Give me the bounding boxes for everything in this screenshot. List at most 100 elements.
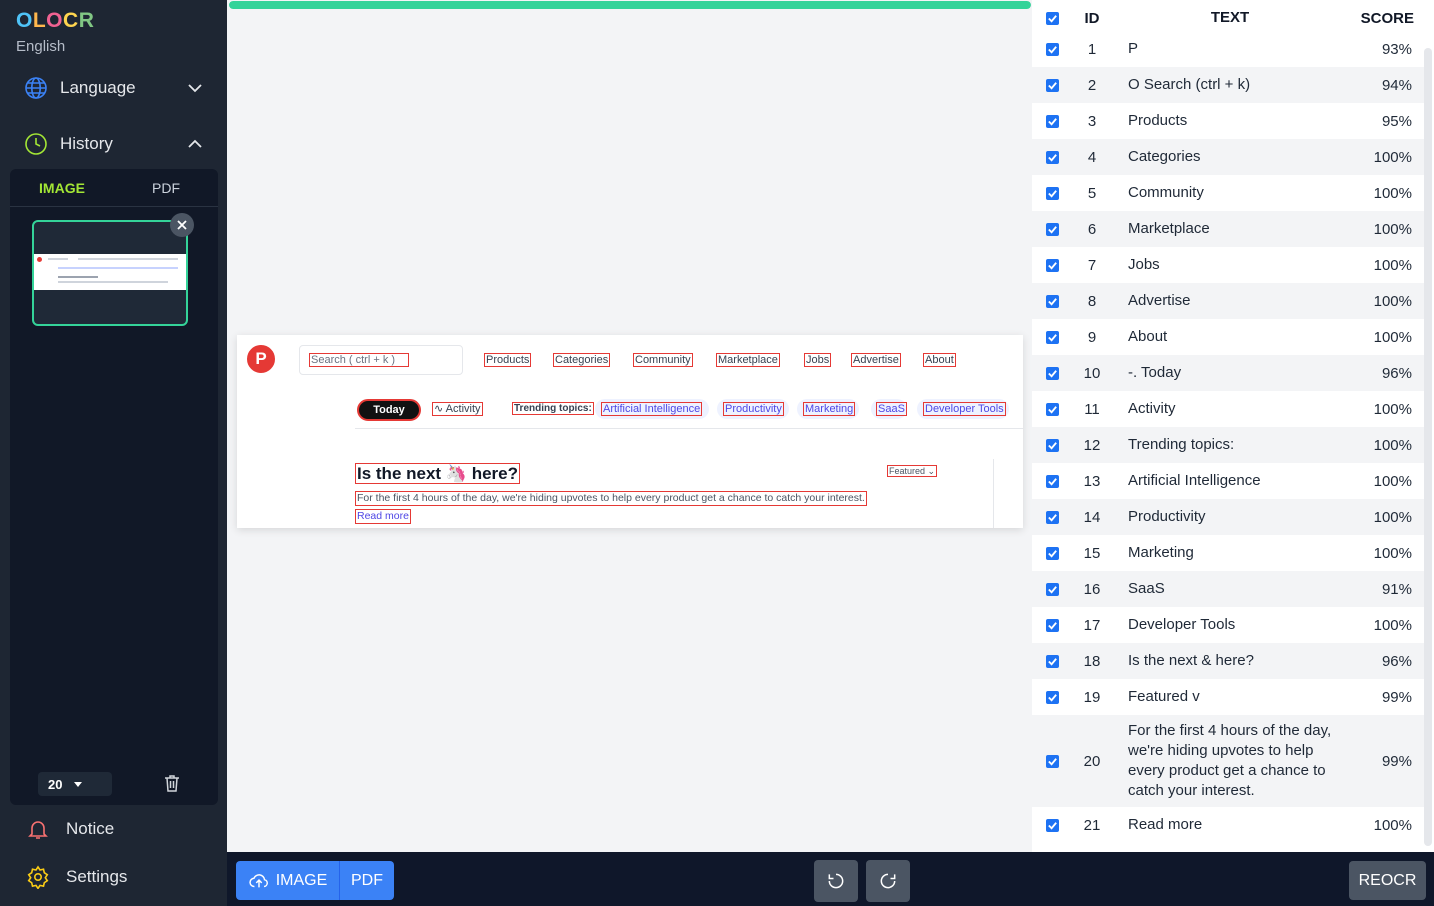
table-row[interactable]: 15 Marketing 100% <box>1032 535 1424 571</box>
table-row[interactable]: 10 -. Today 96% <box>1032 355 1424 391</box>
row-text[interactable]: Jobs <box>1112 249 1348 281</box>
row-checkbox[interactable] <box>1032 78 1072 92</box>
table-row[interactable]: 9 About 100% <box>1032 319 1424 355</box>
row-text[interactable]: For the first 4 hours of the day, we're … <box>1112 715 1348 807</box>
row-text[interactable]: O Search (ctrl + k) <box>1112 69 1348 101</box>
table-row[interactable]: 5 Community 100% <box>1032 175 1424 211</box>
page-size-select[interactable]: 20 <box>38 772 112 796</box>
row-text[interactable]: Read more <box>1112 809 1348 841</box>
row-id: 13 <box>1083 472 1101 490</box>
row-score: 100% <box>1373 220 1412 238</box>
brand-subtitle: English <box>16 38 66 55</box>
table-row[interactable]: 20 For the first 4 hours of the day, we'r… <box>1032 715 1424 807</box>
table-row[interactable]: 7 Jobs 100% <box>1032 247 1424 283</box>
row-text[interactable]: Categories <box>1112 141 1348 173</box>
row-checkbox[interactable] <box>1032 818 1072 832</box>
row-text[interactable]: Developer Tools <box>1112 609 1348 641</box>
row-checkbox[interactable] <box>1032 222 1072 236</box>
row-checkbox[interactable] <box>1032 438 1072 452</box>
gear-icon <box>26 865 50 889</box>
nav-language-label: Language <box>60 78 136 97</box>
rotate-left-button[interactable] <box>814 860 858 902</box>
ocr-image-preview[interactable]: P Search ( ctrl + k ) Products Categorie… <box>237 335 1023 528</box>
table-row[interactable]: 12 Trending topics: 100% <box>1032 427 1424 463</box>
nav-notice[interactable]: Notice <box>0 809 227 849</box>
checkbox-checked-icon <box>1045 222 1059 236</box>
table-row[interactable]: 17 Developer Tools 100% <box>1032 607 1424 643</box>
rotate-right-icon <box>880 873 896 889</box>
table-row[interactable]: 19 Featured v 99% <box>1032 679 1424 715</box>
upload-pdf-button[interactable]: PDF <box>339 861 394 900</box>
table-row[interactable]: 6 Marketplace 100% <box>1032 211 1424 247</box>
nav-history[interactable]: History <box>0 124 227 164</box>
row-id: 21 <box>1083 816 1101 834</box>
row-text[interactable]: Productivity <box>1112 501 1348 533</box>
table-scrollbar[interactable] <box>1424 48 1432 846</box>
progress-bar <box>229 1 1031 9</box>
checkbox-checked-icon <box>1045 690 1059 704</box>
close-icon[interactable] <box>170 213 194 237</box>
select-all-checkbox[interactable] <box>1032 11 1072 25</box>
reocr-button[interactable]: REOCR <box>1349 861 1426 900</box>
row-checkbox[interactable] <box>1032 366 1072 380</box>
row-checkbox[interactable] <box>1032 654 1072 668</box>
nav-language[interactable]: Language <box>0 68 227 108</box>
row-checkbox[interactable] <box>1032 258 1072 272</box>
rotate-right-button[interactable] <box>866 860 910 902</box>
row-checkbox[interactable] <box>1032 186 1072 200</box>
table-row[interactable]: 4 Categories 100% <box>1032 139 1424 175</box>
row-checkbox[interactable] <box>1032 402 1072 416</box>
row-text[interactable]: -. Today <box>1112 357 1348 389</box>
row-text[interactable]: Artificial Intelligence <box>1112 465 1348 497</box>
checkbox-checked-icon <box>1045 510 1059 524</box>
row-text[interactable]: Community <box>1112 177 1348 209</box>
trash-icon[interactable] <box>162 773 182 793</box>
row-text[interactable]: Is the next & here? <box>1112 645 1348 677</box>
column-header-id[interactable]: ID <box>1072 10 1112 27</box>
table-row[interactable]: 2 O Search (ctrl + k) 94% <box>1032 67 1424 103</box>
row-id: 6 <box>1087 220 1097 238</box>
row-text[interactable]: About <box>1112 321 1348 353</box>
row-text[interactable]: Featured v <box>1112 681 1348 713</box>
table-row[interactable]: 1 P 93% <box>1032 31 1424 67</box>
row-text[interactable]: Activity <box>1112 393 1348 425</box>
upload-image-button[interactable]: IMAGE <box>236 861 339 900</box>
column-header-score[interactable]: SCORE <box>1348 10 1424 27</box>
nav-settings[interactable]: Settings <box>0 857 227 897</box>
checkbox-checked-icon <box>1045 438 1059 452</box>
row-checkbox[interactable] <box>1032 114 1072 128</box>
row-checkbox[interactable] <box>1032 690 1072 704</box>
table-row[interactable]: 13 Artificial Intelligence 100% <box>1032 463 1424 499</box>
globe-icon <box>24 76 48 100</box>
row-text[interactable]: Marketing <box>1112 537 1348 569</box>
row-checkbox[interactable] <box>1032 546 1072 560</box>
history-thumbnail[interactable] <box>32 220 188 326</box>
table-row[interactable]: 8 Advertise 100% <box>1032 283 1424 319</box>
row-text[interactable]: Trending topics: <box>1112 429 1348 461</box>
table-row[interactable]: 14 Productivity 100% <box>1032 499 1424 535</box>
row-text[interactable]: SaaS <box>1112 573 1348 605</box>
row-checkbox[interactable] <box>1032 618 1072 632</box>
row-checkbox[interactable] <box>1032 474 1072 488</box>
row-checkbox[interactable] <box>1032 294 1072 308</box>
history-tab-image[interactable]: IMAGE <box>10 169 114 206</box>
row-checkbox[interactable] <box>1032 42 1072 56</box>
table-row[interactable]: 3 Products 95% <box>1032 103 1424 139</box>
history-tab-pdf[interactable]: PDF <box>114 169 218 206</box>
row-text[interactable]: P <box>1112 33 1348 65</box>
row-checkbox[interactable] <box>1032 582 1072 596</box>
row-text[interactable]: Products <box>1112 105 1348 137</box>
table-row[interactable]: 11 Activity 100% <box>1032 391 1424 427</box>
table-row[interactable]: 21 Read more 100% <box>1032 807 1424 843</box>
row-text[interactable]: Advertise <box>1112 285 1348 317</box>
row-text[interactable]: Marketplace <box>1112 213 1348 245</box>
row-checkbox[interactable] <box>1032 150 1072 164</box>
table-row[interactable]: 18 Is the next & here? 96% <box>1032 643 1424 679</box>
preview-activity-label: Activity <box>445 403 481 415</box>
row-checkbox[interactable] <box>1032 510 1072 524</box>
row-checkbox[interactable] <box>1032 330 1072 344</box>
column-header-text[interactable]: TEXT <box>1112 2 1348 34</box>
row-id: 2 <box>1087 76 1097 94</box>
row-checkbox[interactable] <box>1032 754 1072 768</box>
table-row[interactable]: 16 SaaS 91% <box>1032 571 1424 607</box>
